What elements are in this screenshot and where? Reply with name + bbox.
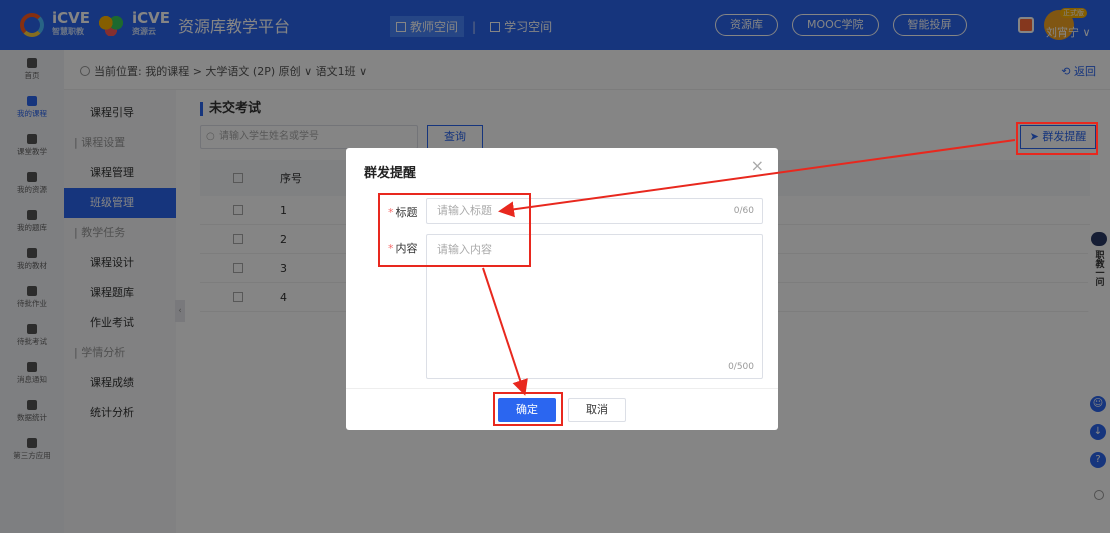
highlight-confirm [493, 392, 563, 426]
dialog-footer-divider [346, 388, 778, 389]
highlight-form-fields [378, 193, 531, 267]
cancel-button[interactable]: 取消 [568, 398, 626, 422]
highlight-mass-remind [1016, 122, 1098, 155]
dialog-title: 群发提醒 [364, 166, 417, 181]
title-char-count: 0/60 [733, 206, 754, 216]
content-char-count: 0/500 [728, 362, 754, 372]
close-icon[interactable]: × [751, 156, 764, 175]
mass-remind-dialog: 群发提醒 × * 标题 请输入标题 0/60 * 内容 请输入内容 0/500 确定… [346, 148, 778, 430]
